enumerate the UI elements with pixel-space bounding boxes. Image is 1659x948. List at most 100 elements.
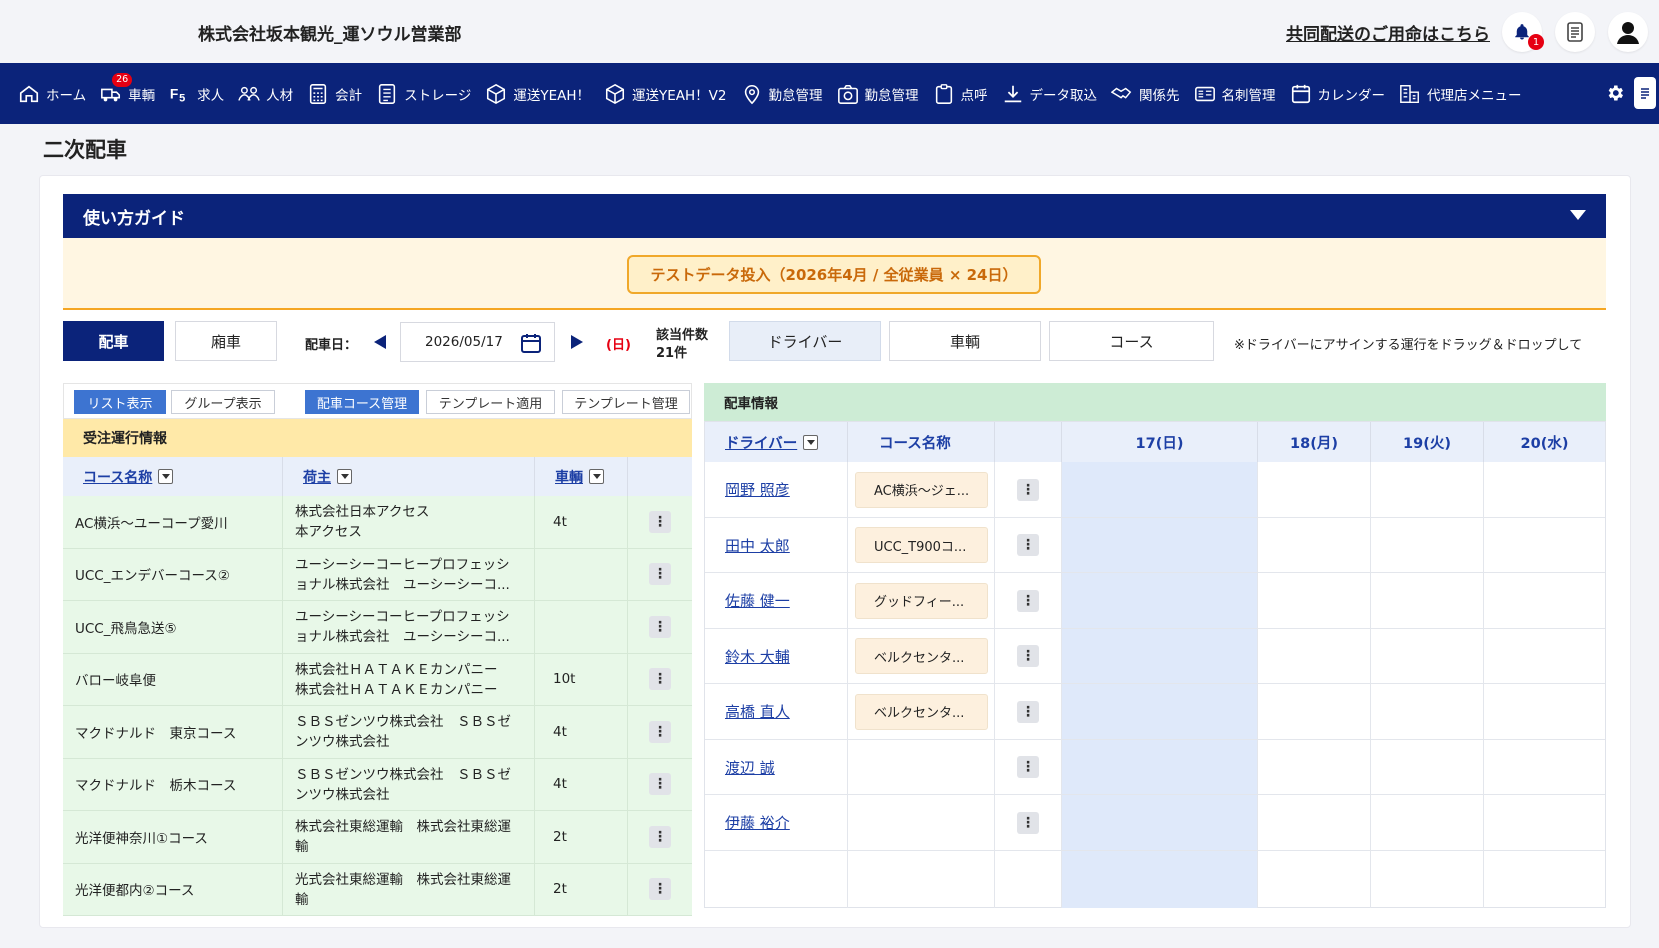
kebab-menu-icon[interactable]: ⋮: [1017, 811, 1039, 834]
kebab-menu-icon[interactable]: ⋮: [1017, 534, 1039, 557]
kebab-menu-icon[interactable]: ⋮: [649, 825, 671, 848]
filter-dropdown-icon[interactable]: [158, 469, 174, 484]
calendar-icon[interactable]: [520, 332, 542, 354]
day-cell-17[interactable]: [1062, 684, 1258, 740]
kebab-menu-icon[interactable]: ⋮: [1017, 756, 1039, 779]
nav-item-10[interactable]: 点呼: [933, 83, 988, 105]
nav-item-0[interactable]: ホーム: [18, 83, 86, 105]
nav-item-12[interactable]: 関係先: [1111, 83, 1180, 105]
day-cell-18[interactable]: [1258, 795, 1371, 851]
driver-name-link[interactable]: 田中 太郎: [705, 535, 790, 556]
day-cell-20[interactable]: [1484, 629, 1605, 685]
kebab-menu-icon[interactable]: ⋮: [1017, 645, 1039, 668]
driver-name-link[interactable]: 佐藤 健一: [705, 590, 790, 611]
day-cell-19[interactable]: [1371, 684, 1484, 740]
day-cell-17[interactable]: [1062, 795, 1258, 851]
nav-item-15[interactable]: 代理店メニュー: [1399, 83, 1522, 105]
list-view-button[interactable]: リスト表示: [74, 390, 166, 414]
order-row[interactable]: UCC_エンデバーコース② ユーシーシーコーヒープロフェッシ ョナル株式会社 ユー…: [63, 548, 692, 601]
nav-item-9[interactable]: 勤怠管理: [837, 83, 919, 105]
day-cell-18[interactable]: [1258, 573, 1371, 629]
day-cell-19[interactable]: [1371, 462, 1484, 518]
nav-item-6[interactable]: 運送YEAH！: [485, 83, 590, 105]
filter-dropdown-icon[interactable]: [589, 469, 604, 484]
day-cell-17[interactable]: [1062, 628, 1258, 684]
kebab-menu-icon[interactable]: ⋮: [649, 878, 671, 901]
filter-dropdown-icon[interactable]: [803, 434, 819, 450]
day-cell-18[interactable]: [1258, 517, 1371, 573]
day-cell-17[interactable]: [1062, 739, 1258, 795]
kebab-menu-icon[interactable]: ⋮: [649, 668, 671, 691]
day-cell-19[interactable]: [1371, 795, 1484, 851]
nav-item-11[interactable]: データ取込: [1002, 83, 1097, 105]
day-cell-20[interactable]: [1484, 573, 1605, 629]
usage-guide-accordion[interactable]: 使い方ガイド: [63, 194, 1606, 238]
order-row[interactable]: UCC_飛鳥急送⑤ ユーシーシーコーヒープロフェッシ ョナル株式会社 ユーシーシー…: [63, 601, 692, 654]
prev-date-arrow-icon[interactable]: [374, 335, 386, 349]
kebab-menu-icon[interactable]: ⋮: [649, 720, 671, 743]
day-cell-20[interactable]: [1484, 518, 1605, 574]
kebab-menu-icon[interactable]: ⋮: [1017, 700, 1039, 723]
column-course-name[interactable]: コース名称: [63, 457, 283, 496]
day-cell-19[interactable]: [1371, 573, 1484, 629]
kebab-menu-icon[interactable]: ⋮: [649, 563, 671, 586]
user-avatar-button[interactable]: [1608, 12, 1648, 52]
assigned-course-chip[interactable]: UCC_T900コ...: [855, 527, 988, 564]
nav-item-2[interactable]: F 5 求人: [169, 83, 224, 105]
order-row[interactable]: 光洋便都内②コース 光式会社東総運輸 株式会社東総運 輸 2t ⋮: [63, 863, 692, 916]
day-cell-18[interactable]: [1258, 739, 1371, 795]
assigned-course-chip[interactable]: AC横浜～ジェ...: [855, 471, 988, 508]
kebab-menu-icon[interactable]: ⋮: [1017, 589, 1039, 612]
day-cell-18[interactable]: [1258, 462, 1371, 518]
notification-button[interactable]: 1: [1502, 12, 1544, 52]
day-cell-20[interactable]: [1484, 462, 1605, 518]
tab-driver[interactable]: ドライバー: [729, 321, 881, 361]
order-row[interactable]: マクドナルド 東京コース ＳＢＳゼンツウ株式会社 ＳＢＳゼ ンツウ株式会社 4t ⋮: [63, 706, 692, 759]
day-cell-20[interactable]: [1484, 684, 1605, 740]
column-shipper[interactable]: 荷主: [283, 457, 535, 496]
documents-button[interactable]: [1555, 12, 1595, 52]
driver-name-link[interactable]: 鈴木 大輔: [705, 646, 790, 667]
kebab-menu-icon[interactable]: ⋮: [649, 615, 671, 638]
day-cell-19[interactable]: [1371, 739, 1484, 795]
nav-item-8[interactable]: 勤怠管理: [741, 83, 823, 105]
day-cell-19[interactable]: [1371, 517, 1484, 573]
column-vehicle[interactable]: 車輌: [535, 457, 628, 496]
group-view-button[interactable]: グループ表示: [171, 390, 275, 414]
assigned-course-chip[interactable]: ベルクセンタ...: [855, 638, 988, 675]
nav-item-7[interactable]: 運送YEAH！V2: [604, 83, 727, 105]
tab-course[interactable]: コース: [1049, 321, 1214, 361]
day-cell-19[interactable]: [1371, 628, 1484, 684]
nav-item-3[interactable]: 人材: [238, 83, 293, 105]
order-row[interactable]: バロー岐阜便 株式会社ＨＡＴＡＫＥカンパニー 株式会社ＨＡＴＡＫＥカンパニー 10t…: [63, 653, 692, 706]
day-cell-17[interactable]: [1062, 573, 1258, 629]
order-row[interactable]: マクドナルド 栃木コース ＳＢＳゼンツウ株式会社 ＳＢＳゼ ンツウ株式会社 4t ⋮: [63, 758, 692, 811]
filter-dropdown-icon[interactable]: [337, 469, 352, 484]
side-panel-toggle[interactable]: [1634, 77, 1656, 109]
day-cell-17[interactable]: [1062, 517, 1258, 573]
kebab-menu-icon[interactable]: ⋮: [649, 773, 671, 796]
driver-name-link[interactable]: 伊藤 裕介: [705, 812, 790, 833]
dispatch-date-input[interactable]: 2026/05/17: [400, 322, 555, 362]
day-cell-18[interactable]: [1258, 684, 1371, 740]
shared-delivery-link[interactable]: 共同配送のご用命はこちら: [1286, 20, 1490, 45]
nav-item-13[interactable]: 名刺管理: [1194, 83, 1276, 105]
order-row[interactable]: 光洋便神奈川①コース 株式会社東総運輸 株式会社東総運 輸 2t ⋮: [63, 811, 692, 864]
nav-item-5[interactable]: ストレージ: [376, 83, 471, 105]
course-management-button[interactable]: 配車コース管理: [305, 390, 419, 414]
nav-item-1[interactable]: 車輌 26: [100, 72, 155, 105]
assigned-course-chip[interactable]: グッドフィー...: [855, 582, 988, 619]
cancel-vehicle-button[interactable]: 廂車: [175, 321, 277, 361]
day-cell-17[interactable]: [1062, 462, 1258, 518]
dispatch-button[interactable]: 配車: [63, 321, 164, 361]
driver-name-link[interactable]: 高橋 直人: [705, 701, 790, 722]
order-row[interactable]: AC横浜～ユーコープ愛川 株式会社日本アクセス 本アクセス 4t ⋮: [63, 496, 692, 549]
day-cell-20[interactable]: [1484, 740, 1605, 796]
assigned-course-chip[interactable]: ベルクセンタ...: [855, 693, 988, 730]
day-cell-18[interactable]: [1258, 628, 1371, 684]
driver-name-link[interactable]: 渡辺 誠: [705, 757, 775, 778]
template-apply-button[interactable]: テンプレート適用: [426, 390, 555, 414]
nav-item-14[interactable]: カレンダー: [1290, 83, 1385, 105]
nav-item-4[interactable]: 会計: [307, 83, 362, 105]
day-cell-20[interactable]: [1484, 795, 1605, 851]
